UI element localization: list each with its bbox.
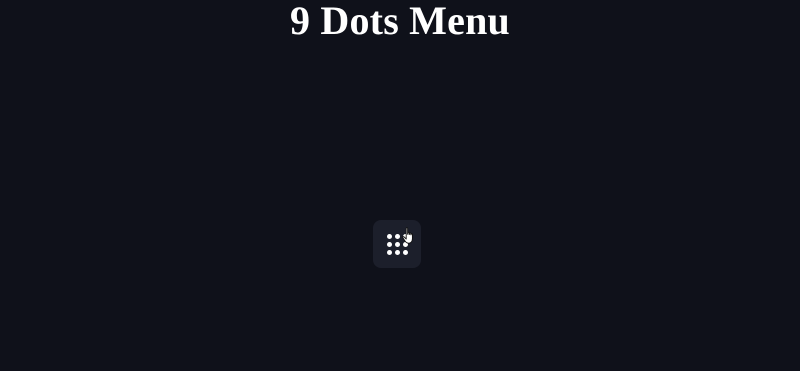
dot-9 [402,249,408,255]
dot-8 [394,249,400,255]
dot-5 [394,241,400,247]
dot-2 [394,233,400,239]
dot-3 [402,233,408,239]
dot-1 [386,233,392,239]
nine-dots-menu-button[interactable] [373,220,421,268]
nine-dots-icon [386,233,408,255]
page-title: 9 Dots Menu [290,0,510,43]
dot-6 [402,241,408,247]
dot-4 [386,241,392,247]
dot-7 [386,249,392,255]
